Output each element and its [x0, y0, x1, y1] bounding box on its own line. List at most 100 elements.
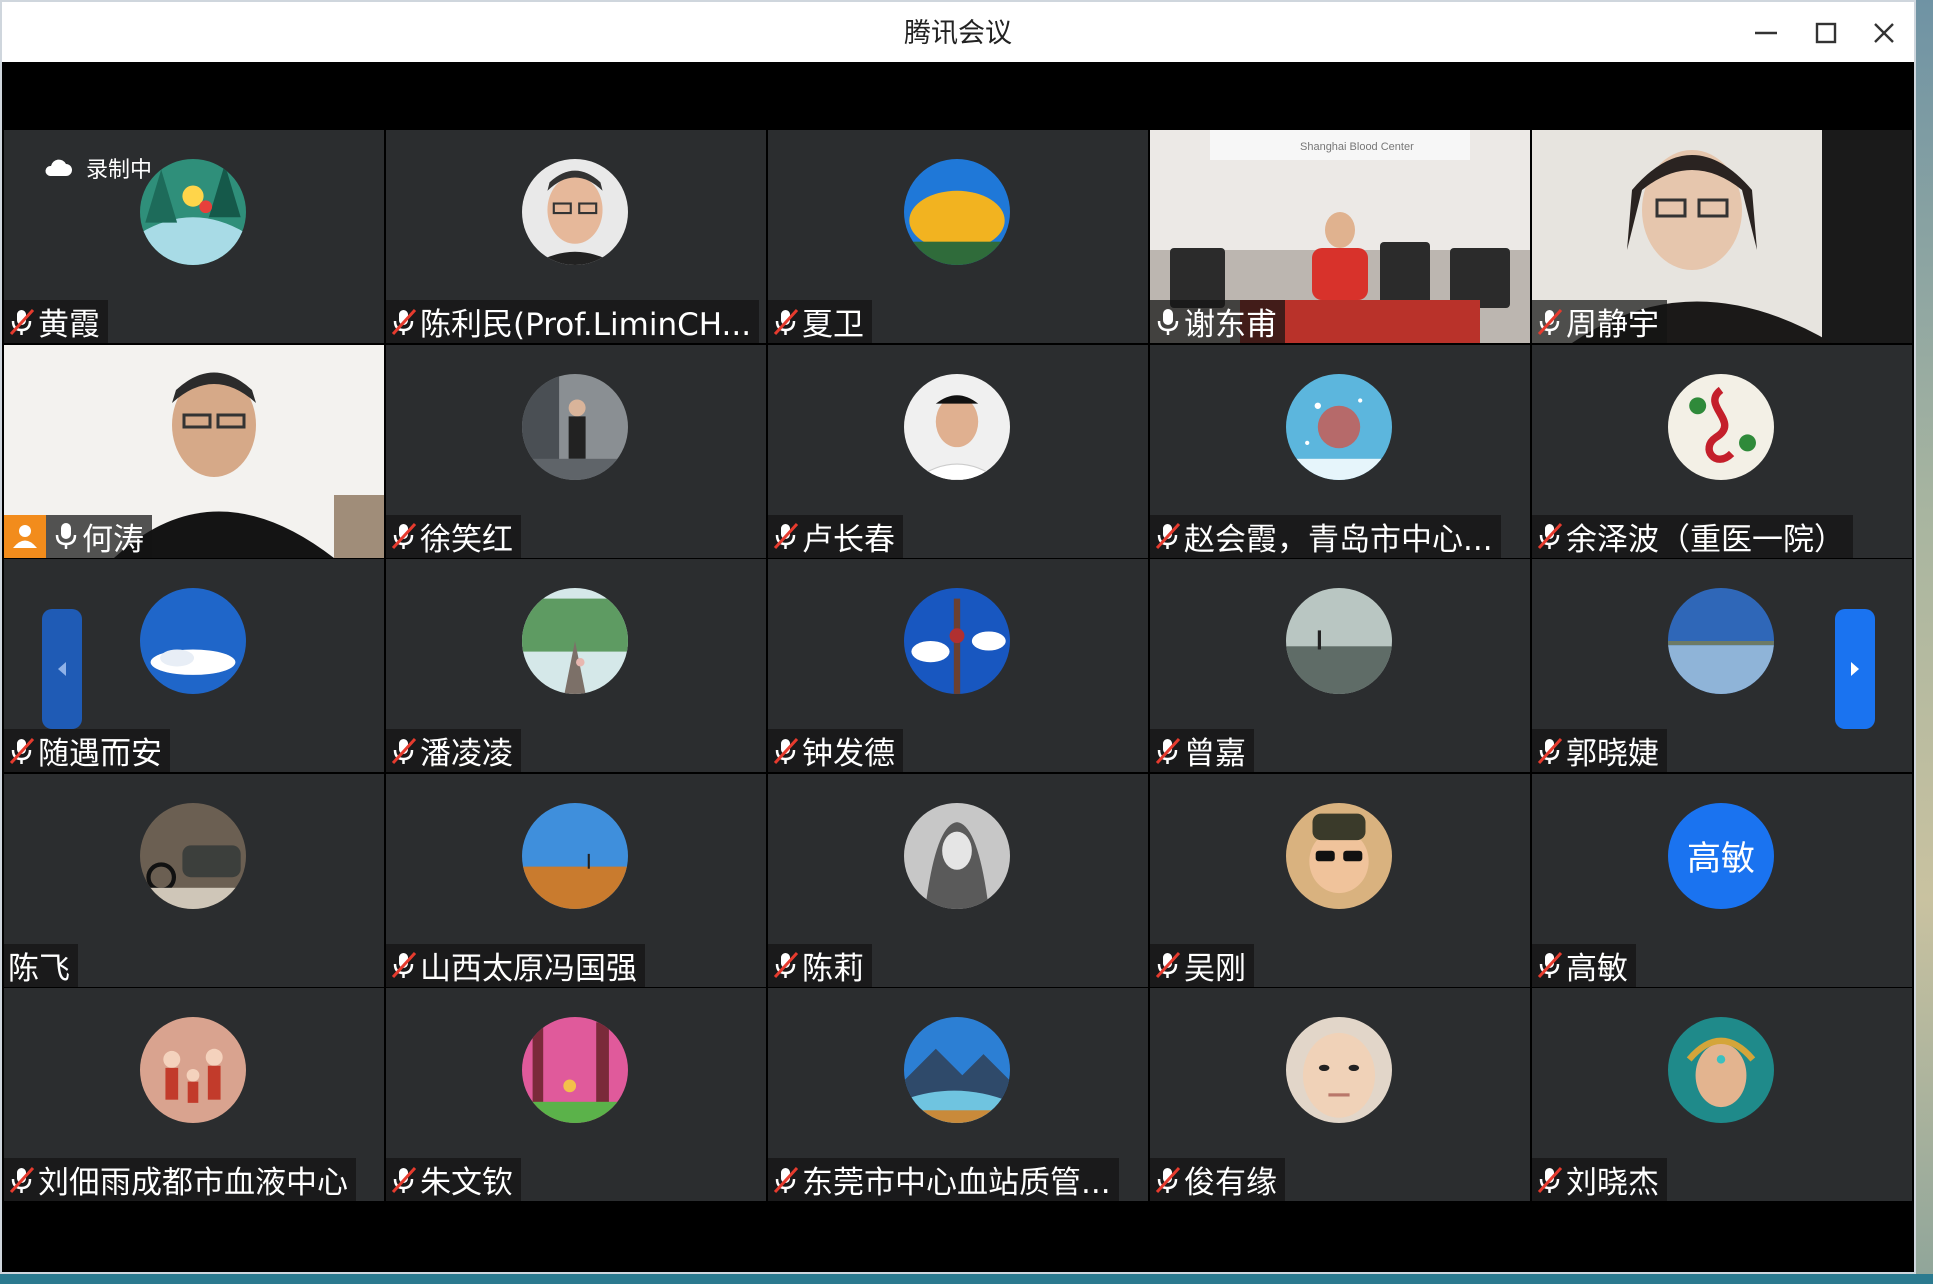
participant-avatar — [1286, 588, 1392, 694]
participant-tile[interactable]: 高敏 高敏 — [1532, 773, 1912, 987]
title-bar: 腾讯会议 — [2, 2, 1914, 62]
participant-avatar — [522, 373, 628, 480]
participant-tile[interactable]: 吴刚 — [1150, 773, 1530, 987]
participant-tile[interactable]: 何涛 — [4, 344, 384, 558]
participant-avatar — [140, 588, 246, 694]
participant-name: 刘晓杰 — [1566, 1165, 1659, 1201]
participant-avatar — [904, 588, 1010, 694]
mic-muted-icon — [4, 736, 38, 766]
participant-tile[interactable]: 徐笑红 — [386, 344, 766, 558]
maximize-icon — [1815, 22, 1837, 44]
participant-tile[interactable]: 朱文钦 — [386, 988, 766, 1201]
participant-nameplate: 朱文钦 — [386, 1158, 521, 1201]
participant-tile[interactable]: 山西太原冯国强 — [386, 773, 766, 987]
mic-icon — [1150, 307, 1184, 337]
mic-muted-icon — [386, 1165, 420, 1195]
participant-avatar — [140, 1017, 246, 1123]
participant-tile[interactable]: 刘佃雨成都市血液中心 — [4, 988, 384, 1201]
mic-muted-icon — [1150, 521, 1184, 551]
participant-nameplate: 夏卫 — [768, 300, 872, 343]
participant-name: 俊有缘 — [1184, 1165, 1277, 1201]
mic-icon — [48, 521, 82, 551]
minimize-icon — [1755, 31, 1777, 35]
svg-text:Shanghai Blood Center: Shanghai Blood Center — [1300, 141, 1414, 153]
participant-tile[interactable]: 俊有缘 — [1150, 988, 1530, 1201]
minimize-button[interactable] — [1740, 8, 1792, 58]
participant-name: 何涛 — [82, 521, 144, 558]
participant-nameplate: 黄霞 — [4, 300, 108, 343]
mic-muted-icon — [1532, 521, 1566, 551]
participant-tile[interactable]: 周静宇 — [1532, 130, 1912, 343]
participant-nameplate: 何涛 — [4, 514, 152, 558]
participant-tile[interactable]: 余泽波（重医一院） — [1532, 344, 1912, 558]
participant-nameplate: 谢东甫 — [1150, 300, 1285, 343]
participant-avatar — [1668, 588, 1774, 694]
participant-nameplate: 余泽波（重医一院） — [1532, 514, 1853, 558]
participant-nameplate: 钟发德 — [768, 729, 903, 772]
mic-muted-icon — [1150, 950, 1184, 980]
participant-avatar — [522, 1017, 628, 1123]
close-icon — [1874, 23, 1894, 43]
participant-nameplate: 卢长春 — [768, 514, 903, 558]
participant-name: 徐笑红 — [420, 521, 513, 558]
mic-muted-icon — [4, 1165, 38, 1195]
participant-name: 潘凌凌 — [420, 736, 513, 772]
participant-tile[interactable]: 曾嘉 — [1150, 559, 1530, 772]
participant-avatar — [1286, 373, 1392, 480]
desktop-taskbar-strip — [0, 1274, 1933, 1284]
participant-tile[interactable]: 陈飞 — [4, 773, 384, 987]
participant-avatar — [522, 802, 628, 909]
mic-muted-icon — [386, 307, 420, 337]
participant-tile[interactable]: 潘凌凌 — [386, 559, 766, 772]
mic-muted-icon — [386, 521, 420, 551]
participant-tile[interactable]: Shanghai Blood Center 谢东甫 — [1150, 130, 1530, 343]
close-button[interactable] — [1858, 8, 1910, 58]
caret-left-icon — [58, 662, 66, 676]
participant-nameplate: 山西太原冯国强 — [386, 943, 645, 987]
next-page-button[interactable] — [1835, 609, 1875, 729]
cloud-icon — [45, 159, 72, 176]
meeting-window: 腾讯会议 录制中 黄霞 陈利民(Prof.LiminCH... 夏卫 Shanghai… — [0, 0, 1916, 1274]
participant-tile[interactable]: 钟发德 — [768, 559, 1148, 772]
participant-tile[interactable]: 卢长春 — [768, 344, 1148, 558]
participant-avatar — [522, 159, 628, 265]
participant-avatar — [140, 802, 246, 909]
participant-grid: 录制中 黄霞 陈利民(Prof.LiminCH... 夏卫 Shanghai Bloo… — [4, 130, 1914, 1206]
participant-nameplate: 徐笑红 — [386, 514, 521, 558]
caret-right-icon — [1851, 662, 1859, 676]
participant-name: 曾嘉 — [1184, 736, 1246, 772]
recording-label: 录制中 — [86, 158, 153, 183]
participant-tile[interactable]: 赵会霞，青岛市中心... — [1150, 344, 1530, 558]
mic-muted-icon — [386, 950, 420, 980]
participant-name: 卢长春 — [802, 521, 895, 558]
participant-avatar — [1286, 802, 1392, 909]
participant-avatar — [1668, 373, 1774, 480]
participant-name: 陈利民(Prof.LiminCH... — [420, 307, 752, 343]
participant-nameplate: 陈利民(Prof.LiminCH... — [386, 300, 760, 343]
previous-page-button[interactable] — [42, 609, 82, 729]
mic-muted-icon — [768, 307, 802, 337]
participant-nameplate: 潘凌凌 — [386, 729, 521, 772]
mic-muted-icon — [386, 736, 420, 766]
participant-tile[interactable]: 刘晓杰 — [1532, 988, 1912, 1201]
participant-tile[interactable]: 东莞市中心血站质管... — [768, 988, 1148, 1201]
participant-name: 谢东甫 — [1184, 307, 1277, 343]
participant-avatar — [1286, 1017, 1392, 1123]
participant-tile[interactable]: 陈莉 — [768, 773, 1148, 987]
participant-nameplate: 陈莉 — [768, 943, 872, 987]
participant-name: 钟发德 — [802, 736, 895, 772]
mic-muted-icon — [768, 521, 802, 551]
participant-name: 郭晓婕 — [1566, 736, 1659, 772]
participant-nameplate: 俊有缘 — [1150, 1158, 1285, 1201]
participant-tile[interactable]: 陈利民(Prof.LiminCH... — [386, 130, 766, 343]
participant-name: 东莞市中心血站质管... — [802, 1165, 1111, 1201]
mic-muted-icon — [768, 1165, 802, 1195]
participant-tile[interactable]: 夏卫 — [768, 130, 1148, 343]
participant-name: 山西太原冯国强 — [420, 950, 637, 987]
mic-muted-icon — [1532, 950, 1566, 980]
participant-name: 赵会霞，青岛市中心... — [1184, 521, 1493, 558]
maximize-button[interactable] — [1800, 8, 1852, 58]
participant-avatar — [904, 373, 1010, 480]
participant-avatar — [904, 159, 1010, 265]
participant-name: 陈飞 — [8, 950, 70, 987]
